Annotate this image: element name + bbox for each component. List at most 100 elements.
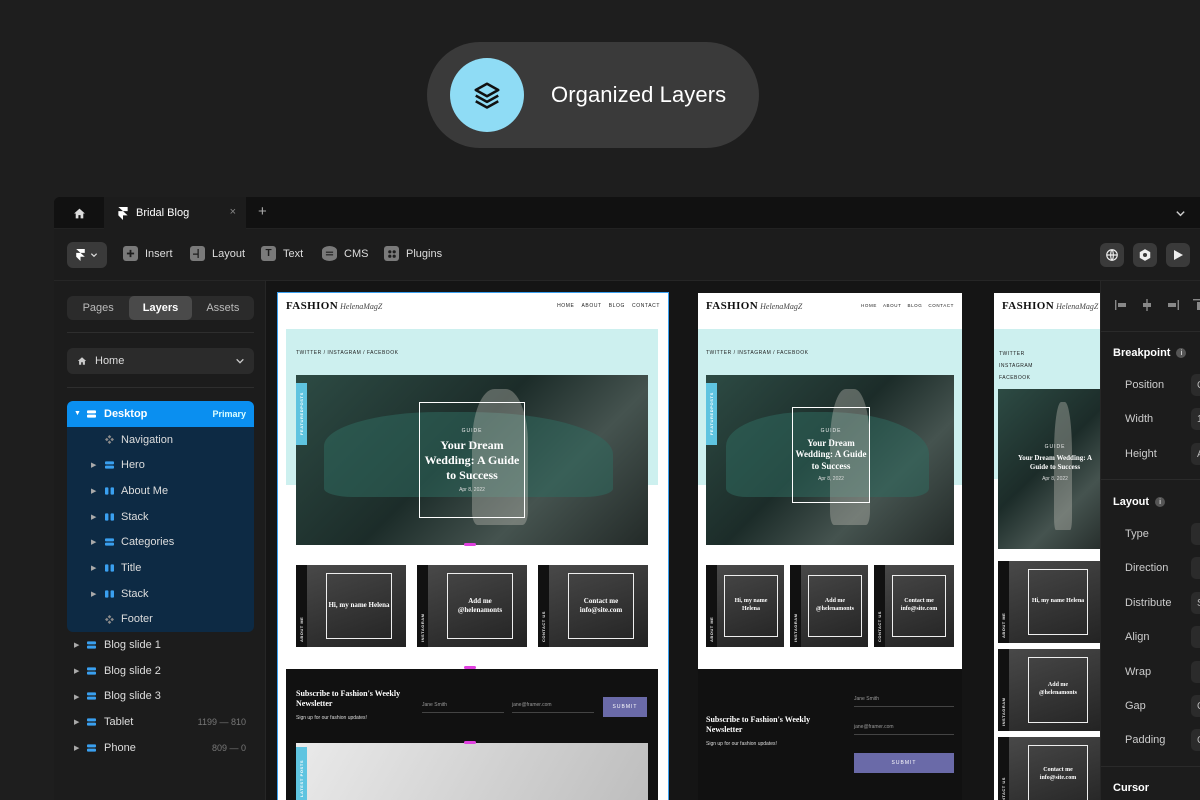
insert-button[interactable]: Insert <box>123 246 173 261</box>
padding-input[interactable]: C <box>1191 729 1200 751</box>
layer-navigation[interactable]: Navigation <box>67 427 254 453</box>
new-tab-icon[interactable]: + <box>258 203 267 220</box>
caret-right-icon: ▶ <box>91 513 97 521</box>
layer-blog-slide-2[interactable]: ▶ Blog slide 2 <box>67 658 254 684</box>
framer-menu-button[interactable] <box>67 242 107 268</box>
tab-layers[interactable]: Layers <box>129 296 192 320</box>
height-input[interactable]: A <box>1191 443 1200 465</box>
globe-button[interactable] <box>1100 243 1124 267</box>
globe-icon <box>1106 249 1118 261</box>
align-right-icon[interactable] <box>1167 299 1179 311</box>
social-facebook: FACEBOOK <box>999 375 1031 381</box>
tab-assets[interactable]: Assets <box>192 296 254 320</box>
layers-tree: ▼ Desktop Primary Navigation ▶ Hero ▶ Ab… <box>67 401 254 761</box>
layer-hero[interactable]: ▶ Hero <box>67 452 254 478</box>
panel-segmented-control: Pages Layers Assets <box>67 296 254 320</box>
tile-strip-label: CONTACT US <box>538 565 549 647</box>
layer-stack[interactable]: ▶ Stack <box>67 504 254 530</box>
card-title: Your Dream Wedding: A Guide to Success <box>1017 454 1093 471</box>
cms-label: CMS <box>344 247 369 260</box>
screen: Organized Layers Bridal Blog × + Insert … <box>0 0 1200 800</box>
layer-title[interactable]: ▶ Title <box>67 555 254 581</box>
align-left-icon[interactable] <box>1115 299 1127 311</box>
info-icon[interactable]: i <box>1155 497 1166 507</box>
resize-handle[interactable] <box>464 741 476 744</box>
tab-pages[interactable]: Pages <box>67 296 129 320</box>
breakpoint-range: 1199 — 810 <box>197 717 246 728</box>
name-field[interactable]: Jane Smith <box>422 697 504 713</box>
email-field[interactable]: jane@framer.com <box>854 719 954 735</box>
plugins-button[interactable]: Plugins <box>384 246 442 261</box>
latest-post-photo <box>296 743 648 800</box>
layer-blog-slide-1[interactable]: ▶ Blog slide 1 <box>67 632 254 658</box>
home-icon <box>73 208 85 218</box>
layout-button[interactable]: Layout <box>190 246 245 261</box>
home-tab[interactable] <box>54 197 104 229</box>
layer-name: Title <box>121 561 142 574</box>
featured-post-card: GUIDE Your Dream Wedding: A Guide to Suc… <box>419 402 525 518</box>
layer-about-me[interactable]: ▶ About Me <box>67 478 254 504</box>
tab-title: Bridal Blog <box>136 207 190 219</box>
gap-input[interactable]: C <box>1191 695 1200 717</box>
page-selector[interactable]: Home <box>67 348 254 374</box>
resize-handle[interactable] <box>464 543 476 546</box>
close-tab-icon[interactable]: × <box>230 206 236 218</box>
text-icon: T <box>261 246 276 261</box>
chevron-down-icon <box>90 253 98 258</box>
layer-blog-slide-3[interactable]: ▶ Blog slide 3 <box>67 684 254 710</box>
tile-text: Hi, my name Helena <box>724 575 778 637</box>
menu-blog: BLOG <box>608 303 625 309</box>
name-field[interactable]: Jane Smith <box>854 691 954 707</box>
framer-logo-icon <box>76 249 85 261</box>
desktop-frame[interactable]: FASHION HelenaMagZ HOME ABOUT BLOG CONTA… <box>277 292 669 800</box>
submit-button[interactable]: SUBMIT <box>854 753 954 773</box>
settings-button[interactable] <box>1133 243 1157 267</box>
tablet-frame[interactable]: FASHION HelenaMagZ HOME ABOUT BLOG CONTA… <box>698 293 962 800</box>
stack-icon <box>87 718 96 726</box>
card-date: Apr 8, 2022 <box>459 486 485 493</box>
width-label: Width <box>1125 413 1154 425</box>
instagram-tile: INSTAGRAM Add me @helenamonts <box>998 649 1100 731</box>
submit-button[interactable]: SUBMIT <box>603 697 647 717</box>
width-input[interactable]: 1 <box>1191 408 1200 430</box>
layer-categories[interactable]: ▶ Categories <box>67 529 254 555</box>
info-icon[interactable]: i <box>1176 348 1187 358</box>
menu-blog: BLOG <box>907 303 923 308</box>
site-navigation: FASHION HelenaMagZ HOME ABOUT BLOG CONTA… <box>278 293 668 319</box>
align-top-icon[interactable] <box>1193 299 1200 311</box>
distribute-label: Distribute <box>1125 597 1172 609</box>
phone-frame[interactable]: FASHION HelenaMagZ TWITTER INSTAGRAM FAC… <box>994 293 1100 800</box>
direction-input[interactable] <box>1191 557 1200 579</box>
design-canvas[interactable]: FASHION HelenaMagZ HOME ABOUT BLOG CONTA… <box>266 281 1100 800</box>
align-center-icon[interactable] <box>1141 299 1153 311</box>
site-menu: HOME ABOUT BLOG CONTACT <box>557 303 660 309</box>
plus-icon <box>123 246 138 261</box>
cms-button[interactable]: CMS <box>322 246 368 261</box>
tab-bridal-blog[interactable]: Bridal Blog × <box>104 197 246 229</box>
layout-section-title: Layout i <box>1113 496 1166 508</box>
layer-stack[interactable]: ▶ Stack <box>67 581 254 607</box>
align-input[interactable] <box>1191 626 1200 648</box>
site-navigation: FASHION HelenaMagZ <box>994 293 1100 319</box>
hero-pill: Organized Layers <box>427 42 759 148</box>
layer-footer[interactable]: Footer <box>67 607 254 633</box>
layer-phone[interactable]: ▶ Phone 809 — 0 <box>67 735 254 761</box>
layer-name: Categories <box>121 536 175 549</box>
layer-tablet[interactable]: ▶ Tablet 1199 — 810 <box>67 709 254 735</box>
newsletter-subtitle: Sign up for our fashion updates! <box>296 715 367 721</box>
text-button[interactable]: T Text <box>261 246 303 261</box>
distribute-input[interactable]: S <box>1191 592 1200 614</box>
chevron-down-icon[interactable] <box>1175 206 1186 224</box>
type-input[interactable] <box>1191 523 1200 545</box>
tab-bar: Bridal Blog × + <box>54 197 1200 229</box>
layer-desktop[interactable]: ▼ Desktop Primary <box>67 401 254 427</box>
preview-button[interactable] <box>1166 243 1190 267</box>
position-input[interactable]: C <box>1191 374 1200 396</box>
hero-title: Organized Layers <box>551 82 727 107</box>
tile-text: Add me @helenamonts <box>808 575 862 637</box>
email-field[interactable]: jane@framer.com <box>512 697 594 713</box>
caret-right-icon: ▶ <box>91 565 97 573</box>
featured-posts-tab: FEATUREDPOSTS <box>296 383 307 445</box>
left-sidebar: Pages Layers Assets Home ▼ Desktop Prima… <box>54 281 266 800</box>
wrap-input[interactable] <box>1191 661 1200 683</box>
